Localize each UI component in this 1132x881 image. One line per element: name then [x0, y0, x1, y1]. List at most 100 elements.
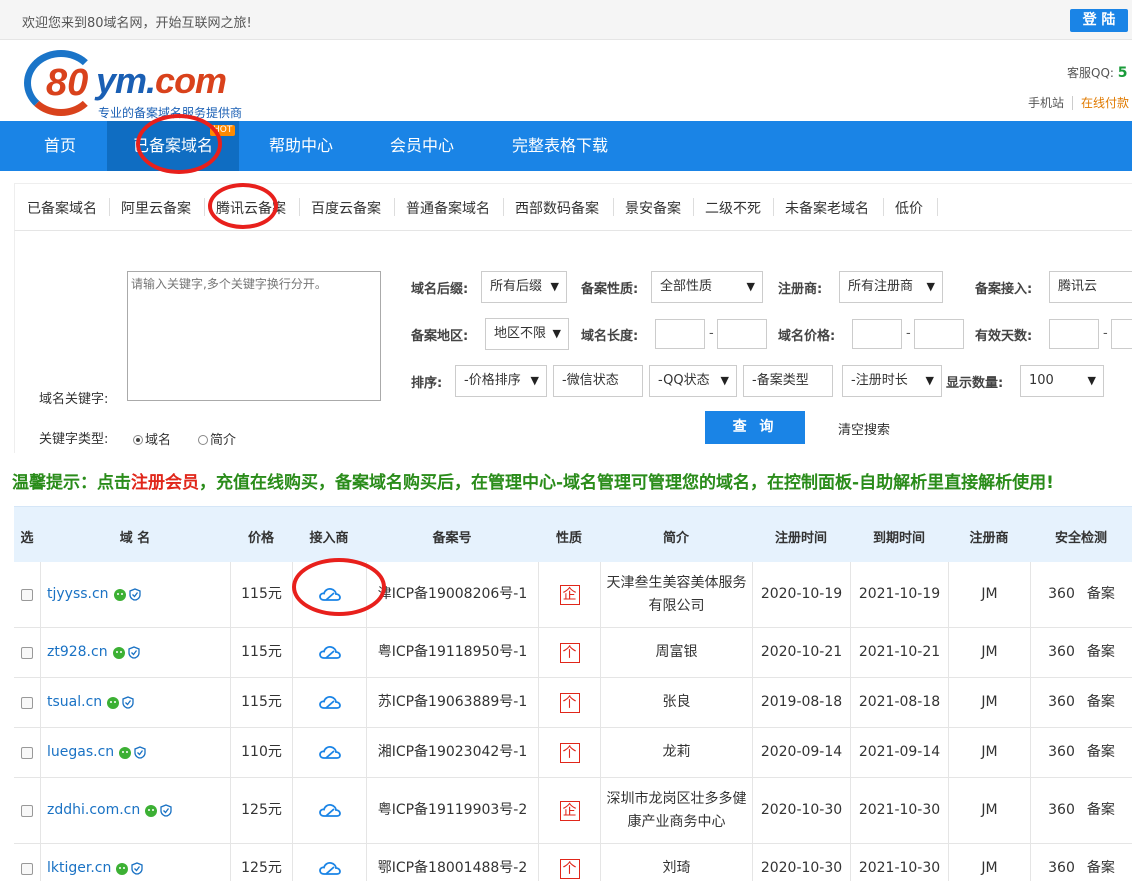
range-dash: -: [906, 326, 911, 341]
security-360-link[interactable]: 360: [1048, 641, 1075, 664]
nature-cell: 个: [538, 628, 600, 677]
access-select[interactable]: 腾讯云: [1049, 271, 1132, 303]
online-pay-link[interactable]: 在线付款: [1072, 96, 1130, 110]
row-checkbox[interactable]: [21, 804, 33, 817]
shield-icon: [127, 646, 140, 659]
wechat-icon: [116, 862, 129, 875]
row-checkbox[interactable]: [21, 746, 33, 759]
select-checkbox: [14, 778, 40, 843]
domain-link[interactable]: lktiger.cn: [47, 857, 111, 880]
site-logo[interactable]: 80 ym.com 专业的备案域名服务提供商: [24, 48, 254, 120]
tencent-cloud-icon: [318, 862, 341, 875]
domain-link[interactable]: tsual.cn: [47, 691, 102, 714]
registrar-cell: JM: [948, 844, 1030, 881]
security-360-link[interactable]: 360: [1048, 583, 1075, 606]
row-checkbox[interactable]: [21, 588, 33, 601]
tab-low-price[interactable]: 低价: [895, 198, 923, 218]
days-max-input[interactable]: [1111, 319, 1132, 349]
suffix-select[interactable]: 所有后缀 ▼: [481, 271, 567, 303]
icp-cell: 苏ICP备19063889号-1: [366, 678, 538, 727]
tencent-cloud-icon: [318, 646, 341, 659]
domain-link[interactable]: luegas.cn: [47, 741, 114, 764]
register-link[interactable]: 注册会员: [131, 473, 199, 493]
nav-home[interactable]: 首页: [14, 121, 106, 171]
sort-qq-select[interactable]: -QQ状态 ▼: [649, 365, 737, 397]
keyword-type-label: 关键字类型:: [39, 432, 109, 447]
table-row: tsual.cn 115元 苏ICP备19063889号-1 个张良 2019-08-1…: [14, 678, 1132, 728]
col-icp: 备案号: [432, 531, 472, 546]
tab-old-domains[interactable]: 未备案老域名: [785, 198, 869, 218]
clear-search-button[interactable]: 清空搜索: [838, 419, 890, 438]
count-select[interactable]: 100 ▼: [1020, 365, 1104, 397]
icp-cell: 津ICP备19008206号-1: [366, 562, 538, 627]
length-min-input[interactable]: [655, 319, 705, 349]
security-cell: 360 备案: [1030, 778, 1132, 843]
domain-cell: zddhi.com.cn: [40, 778, 230, 843]
registrar-select[interactable]: 所有注册商 ▼: [839, 271, 943, 303]
domain-link[interactable]: tjyyss.cn: [47, 583, 109, 606]
security-360-link[interactable]: 360: [1048, 741, 1075, 764]
nav-help-center[interactable]: 帮助中心: [255, 121, 347, 171]
keyword-textarea[interactable]: [127, 271, 381, 401]
price-cell: 125元: [230, 778, 292, 843]
domain-link[interactable]: zddhi.com.cn: [47, 799, 140, 822]
dropdown-arrow-icon: ▼: [530, 374, 539, 387]
table-row: tjyyss.cn 115元 津ICP备19008206号-1 企天津叁生美容美体服务…: [14, 562, 1132, 628]
tab-tencent[interactable]: 腾讯云备案: [216, 198, 286, 218]
exp-date-cell: 2021-10-30: [850, 778, 948, 843]
domain-link[interactable]: zt928.cn: [47, 641, 108, 664]
tab-baidu[interactable]: 百度云备案: [311, 198, 381, 218]
sort-type-select[interactable]: -备案类型: [743, 365, 833, 397]
tab-second-level[interactable]: 二级不死: [705, 198, 761, 218]
dropdown-arrow-icon: ▼: [720, 374, 729, 387]
price-max-input[interactable]: [914, 319, 964, 349]
icp-cell: 湘ICP备19023042号-1: [366, 728, 538, 777]
col-registrar: 注册商: [969, 531, 1009, 546]
row-checkbox[interactable]: [21, 696, 33, 709]
sort-label: 排序:: [411, 376, 443, 391]
mobile-site-link[interactable]: 手机站: [1028, 96, 1064, 110]
security-360-link[interactable]: 360: [1048, 799, 1075, 822]
tab-registered[interactable]: 已备案域名: [27, 198, 97, 218]
tab-normal[interactable]: 普通备案域名: [406, 198, 490, 218]
security-360-link[interactable]: 360: [1048, 691, 1075, 714]
nature-select[interactable]: 全部性质 ▼: [651, 271, 763, 303]
security-cell: 360 备案: [1030, 562, 1132, 627]
security-icp-link[interactable]: 备案: [1087, 583, 1115, 606]
col-security: 安全检测: [1054, 531, 1107, 546]
login-button[interactable]: 登 陆: [1070, 9, 1128, 32]
security-icp-link[interactable]: 备案: [1087, 857, 1115, 880]
table-row: lktiger.cn 125元 鄂ICP备18001488号-2 个刘琦 2020-10…: [14, 844, 1132, 881]
price-min-input[interactable]: [852, 319, 902, 349]
tab-west[interactable]: 西部数码备案: [515, 198, 599, 218]
row-checkbox[interactable]: [21, 646, 33, 659]
days-min-input[interactable]: [1049, 319, 1099, 349]
security-icp-link[interactable]: 备案: [1087, 799, 1115, 822]
count-label: 显示数量:: [946, 376, 1004, 391]
region-select[interactable]: 地区不限 ▼: [485, 318, 569, 350]
sort-wechat-select[interactable]: -微信状态: [553, 365, 643, 397]
tab-divider: [299, 198, 300, 216]
query-button[interactable]: 查 询: [705, 411, 805, 444]
radio-domain[interactable]: 域名: [133, 429, 171, 448]
nav-member-center[interactable]: 会员中心: [376, 121, 468, 171]
security-360-link[interactable]: 360: [1048, 857, 1075, 880]
tab-aliyun[interactable]: 阿里云备案: [121, 198, 191, 218]
sort-price-select[interactable]: -价格排序 ▼: [455, 365, 547, 397]
security-icp-link[interactable]: 备案: [1087, 741, 1115, 764]
security-icp-link[interactable]: 备案: [1087, 641, 1115, 664]
security-icp-link[interactable]: 备案: [1087, 691, 1115, 714]
reg-date-cell: 2020-10-19: [752, 562, 850, 627]
domain-cell: luegas.cn: [40, 728, 230, 777]
icp-cell: 粤ICP备19118950号-1: [366, 628, 538, 677]
nav-download-table[interactable]: 完整表格下载: [500, 121, 620, 171]
nature-badge: 个: [559, 742, 580, 763]
row-checkbox[interactable]: [21, 862, 33, 875]
registrar-cell: JM: [948, 728, 1030, 777]
radio-intro[interactable]: 简介: [198, 429, 236, 448]
intro-cell: 深圳市龙岗区壮多多健康产业商务中心: [600, 778, 752, 843]
sort-reg-select[interactable]: -注册时长 ▼: [842, 365, 942, 397]
tab-jingan[interactable]: 景安备案: [625, 198, 681, 218]
length-max-input[interactable]: [717, 319, 767, 349]
reg-date-cell: 2020-10-30: [752, 844, 850, 881]
